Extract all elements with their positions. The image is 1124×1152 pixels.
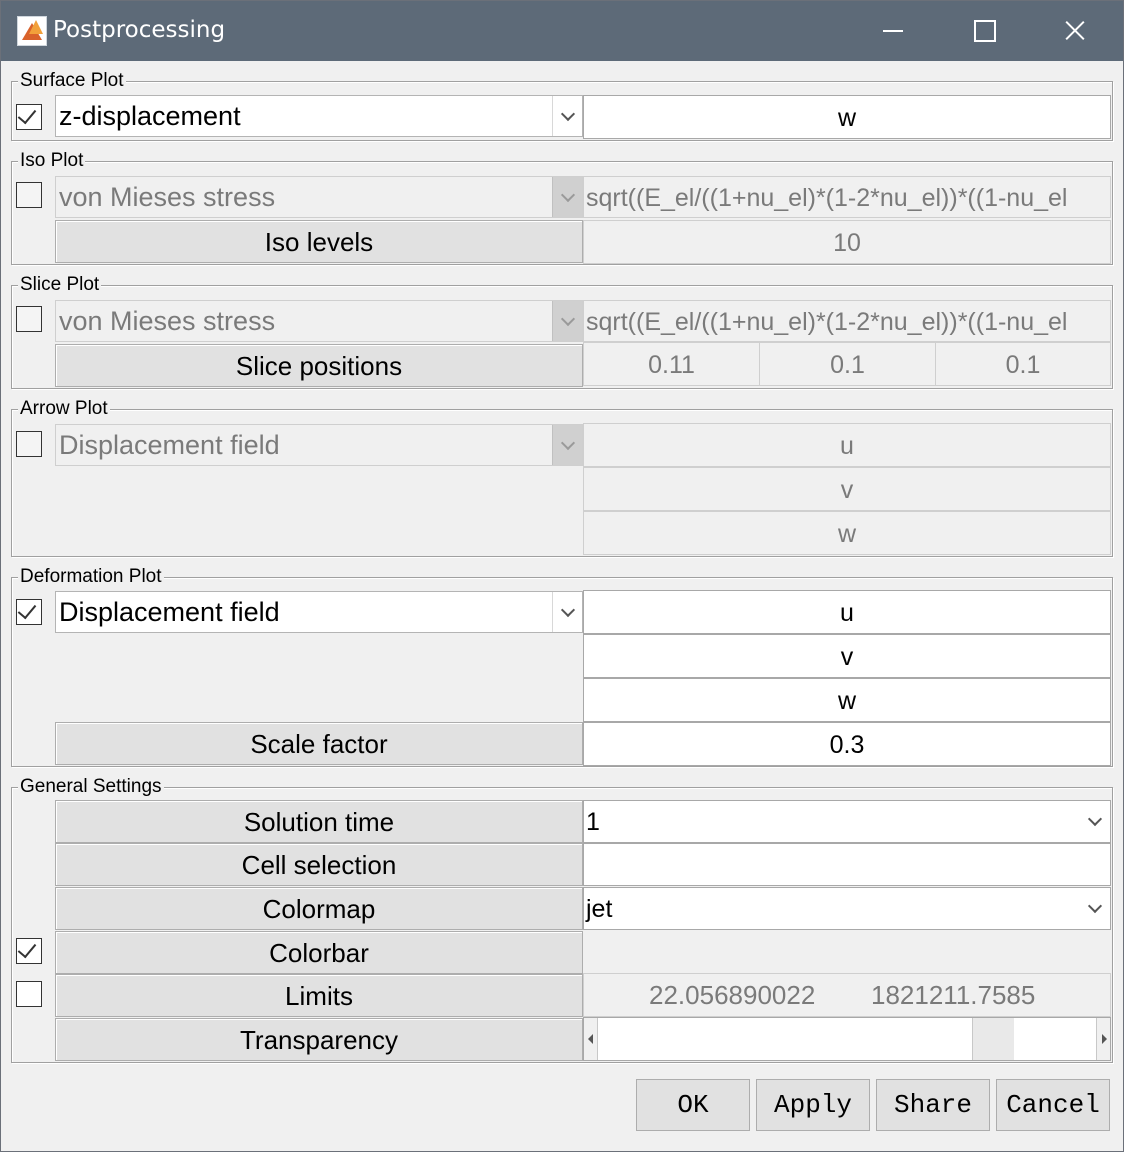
check-mark-icon [17,104,37,125]
transparency-slider[interactable] [583,1017,1111,1061]
cancel-button[interactable]: Cancel [996,1079,1110,1131]
chevron-down-icon[interactable] [552,96,582,136]
limits-min-field[interactable]: 22.056890022 [649,973,815,1017]
slice-position-z[interactable]: 0.1 [935,342,1111,386]
iso-plot-selection: von Mieses stress [59,182,276,212]
surface-plot-checkbox[interactable] [16,104,42,130]
limits-checkbox[interactable] [16,981,42,1007]
maximize-icon[interactable] [937,1,1029,61]
cell-selection-label[interactable]: Cell selection [55,843,583,886]
chevron-down-icon[interactable] [552,592,582,632]
close-icon[interactable] [1029,1,1121,61]
transparency-label[interactable]: Transparency [55,1018,583,1061]
colormap-dropdown[interactable]: jet [583,887,1111,930]
slice-plot-expression[interactable]: sqrt((E_el/((1+nu_el)*(1-2*nu_el))*((1-n… [583,300,1111,342]
minimize-icon[interactable] [847,1,939,61]
solution-time-value: 1 [586,808,600,836]
chevron-down-icon[interactable] [552,301,582,341]
deformation-plot-checkbox[interactable] [16,599,42,625]
surface-plot-title: Surface Plot [18,70,126,92]
solution-time-label[interactable]: Solution time [55,800,583,843]
check-mark-icon [17,599,37,620]
deformation-plot-dropdown[interactable]: Displacement field [55,591,583,633]
chevron-down-icon[interactable] [552,177,582,217]
deformation-w-field[interactable]: w [583,678,1111,722]
title-bar: Postprocessing [1,1,1123,61]
slice-position-x[interactable]: 0.11 [583,342,760,386]
arrow-plot-title: Arrow Plot [18,398,110,420]
deformation-u-field[interactable]: u [583,590,1111,634]
slice-position-y[interactable]: 0.1 [759,342,936,386]
slice-positions-label[interactable]: Slice positions [55,344,583,387]
iso-plot-dropdown[interactable]: von Mieses stress [55,176,583,218]
surface-plot-selection: z-displacement [59,101,241,131]
window-title: Postprocessing [53,17,226,43]
slider-left-arrow-icon[interactable] [584,1018,598,1060]
slice-plot-title: Slice Plot [18,274,102,296]
deformation-plot-selection: Displacement field [59,597,280,627]
slice-plot-selection: von Mieses stress [59,306,276,336]
chevron-down-icon[interactable] [552,425,582,465]
iso-plot-expression[interactable]: sqrt((E_el/((1+nu_el)*(1-2*nu_el))*((1-n… [583,176,1111,218]
postprocessing-window: Postprocessing Surface Plot z-displaceme… [0,0,1124,1152]
deformation-v-field[interactable]: v [583,634,1111,678]
solution-time-dropdown[interactable]: 1 [583,800,1111,843]
arrow-plot-checkbox[interactable] [16,431,42,457]
colormap-value: jet [586,895,613,923]
iso-levels-field[interactable]: 10 [583,220,1111,264]
arrow-plot-v-field[interactable]: v [583,467,1111,511]
surface-plot-dropdown[interactable]: z-displacement [55,95,583,137]
arrow-plot-selection: Displacement field [59,430,280,460]
share-button[interactable]: Share [876,1079,990,1131]
iso-levels-label[interactable]: Iso levels [55,220,583,263]
cell-selection-field[interactable] [583,843,1111,886]
colorbar-checkbox[interactable] [16,938,42,964]
slider-thumb[interactable] [972,1018,1014,1060]
apply-button[interactable]: Apply [756,1079,870,1131]
iso-plot-title: Iso Plot [18,150,86,172]
colormap-label[interactable]: Colormap [55,887,583,930]
surface-plot-expression[interactable]: w [583,95,1111,139]
scale-factor-label[interactable]: Scale factor [55,722,583,765]
slider-right-arrow-icon[interactable] [1096,1018,1110,1060]
limits-label[interactable]: Limits [55,974,583,1017]
deformation-plot-title: Deformation Plot [18,566,164,588]
limits-max-field[interactable]: 1821211.7585 [871,973,1035,1017]
scale-factor-field[interactable]: 0.3 [583,722,1111,766]
chevron-down-icon[interactable] [1080,801,1110,842]
general-settings-title: General Settings [18,776,164,798]
check-mark-icon [17,938,37,959]
slice-plot-checkbox[interactable] [16,306,42,332]
arrow-plot-u-field[interactable]: u [583,423,1111,467]
arrow-plot-dropdown[interactable]: Displacement field [55,424,583,466]
slice-plot-dropdown[interactable]: von Mieses stress [55,300,583,342]
ok-button[interactable]: OK [636,1079,750,1131]
colorbar-label[interactable]: Colorbar [55,931,583,974]
chevron-down-icon[interactable] [1080,888,1110,929]
arrow-plot-w-field[interactable]: w [583,511,1111,555]
iso-plot-checkbox[interactable] [16,182,42,208]
matlab-icon [17,16,47,46]
